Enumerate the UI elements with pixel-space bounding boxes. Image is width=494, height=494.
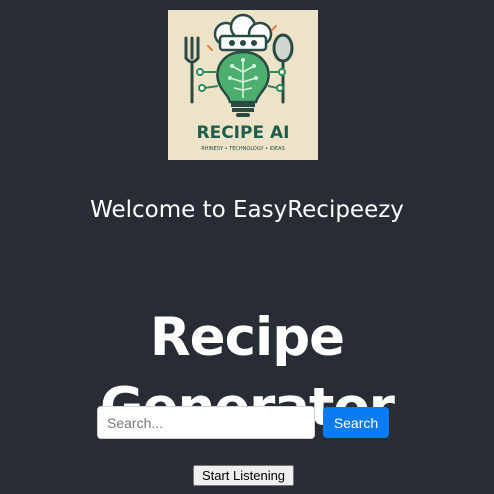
fork-icon [184,36,200,104]
chef-lightbulb-icon: RECIPE AI RHINESY • TECHNOLOGY • IDEAS [184,13,294,152]
lightbulb-icon [216,50,270,117]
start-listening-button[interactable]: Start Listening [193,465,294,486]
logo-tagline: RHINESY • TECHNOLOGY • IDEAS [201,146,285,152]
logo-brand-text: RECIPE AI [197,123,290,143]
search-button[interactable]: Search [323,407,389,438]
search-input[interactable] [97,406,315,439]
recipe-ai-logo: RECIPE AI RHINESY • TECHNOLOGY • IDEAS [168,10,318,160]
welcome-heading: Welcome to EasyRecipeezy [90,197,404,223]
chef-hat-icon [213,13,273,52]
